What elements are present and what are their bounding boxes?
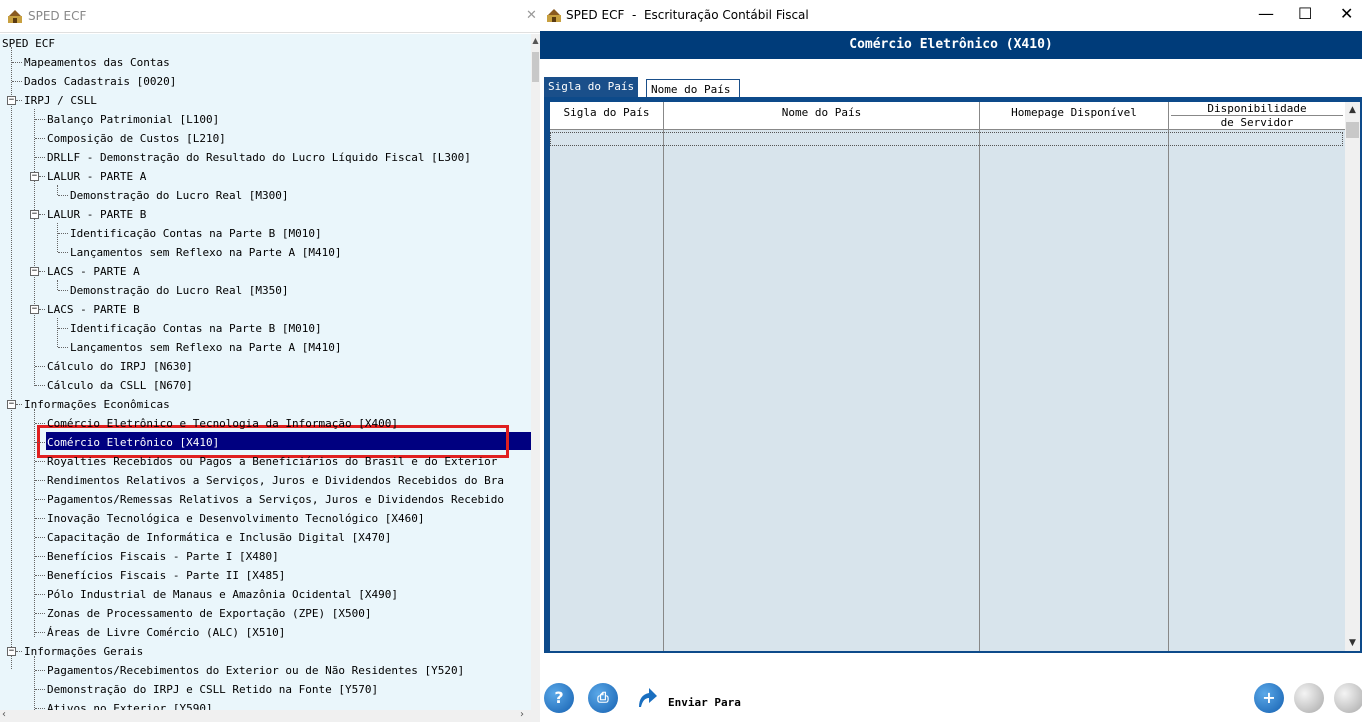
scroll-up-icon[interactable]: ▲: [531, 36, 540, 45]
tree-item[interactable]: Capacitação de Informática e Inclusão Di…: [0, 528, 531, 547]
tree-horizontal-scrollbar[interactable]: ‹ ›: [0, 709, 540, 722]
collapse-icon[interactable]: −: [7, 400, 16, 409]
tree-item[interactable]: Dados Cadastrais [0020]: [0, 72, 531, 91]
tree-item[interactable]: Balanço Patrimonial [L100]: [0, 110, 531, 129]
tree-vertical-scrollbar[interactable]: ▲: [531, 34, 540, 710]
tree-item-informacoes-economicas[interactable]: − Informações Econômicas: [0, 395, 531, 414]
tree-item[interactable]: Ativos no Exterior [Y590]: [0, 699, 531, 710]
scroll-right-icon[interactable]: ›: [520, 709, 524, 720]
collapse-icon[interactable]: −: [30, 305, 39, 314]
scroll-thumb[interactable]: [532, 52, 539, 82]
tree-item-lacs-a[interactable]: − LACS - PARTE A: [0, 262, 531, 281]
tree-item[interactable]: Pólo Industrial de Manaus e Amazônia Oci…: [0, 585, 531, 604]
column-header-sigla[interactable]: Sigla do País: [550, 102, 663, 130]
data-grid: Sigla do País Nome do País Homepage Disp…: [550, 102, 1345, 651]
tree-item[interactable]: Cálculo do IRPJ [N630]: [0, 357, 531, 376]
column-header-disponibilidade[interactable]: Disponibilidade de Servidor: [1169, 102, 1345, 130]
tree-root[interactable]: SPED ECF: [0, 34, 531, 53]
app-logo-icon: [8, 10, 22, 23]
send-arrow-icon[interactable]: [635, 685, 659, 709]
tree-titlebar: SPED ECF ✕: [0, 0, 540, 33]
collapse-icon[interactable]: −: [30, 267, 39, 276]
column-header-homepage[interactable]: Homepage Disponível: [980, 102, 1168, 130]
collapse-icon[interactable]: −: [7, 647, 16, 656]
column-header-line: de Servidor: [1220, 116, 1294, 129]
collapse-icon[interactable]: −: [7, 96, 16, 105]
close-icon[interactable]: ✕: [1340, 4, 1353, 23]
help-button[interactable]: ?: [544, 683, 574, 713]
tree-item-lacs-b[interactable]: − LACS - PARTE B: [0, 300, 531, 319]
tree-item-informacoes-gerais[interactable]: − Informações Gerais: [0, 642, 531, 661]
navigation-tree: SPED ECF Mapeamentos das Contas Dados Ca…: [0, 34, 531, 710]
tree-item[interactable]: Benefícios Fiscais - Parte I [X480]: [0, 547, 531, 566]
scroll-up-icon[interactable]: ▲: [1345, 105, 1360, 115]
app-logo-icon: [547, 9, 561, 22]
minimize-icon[interactable]: —: [1258, 4, 1274, 23]
tree-item[interactable]: Pagamentos/Remessas Relativos a Serviços…: [0, 490, 531, 509]
tree-item-irpj-csll[interactable]: − IRPJ / CSLL: [0, 91, 531, 110]
form-area: Sigla do País Nome do País Sigla do País…: [540, 59, 1362, 722]
column-header-line: Disponibilidade: [1171, 102, 1343, 116]
tree-item[interactable]: Benefícios Fiscais - Parte II [X485]: [0, 566, 531, 585]
scroll-thumb[interactable]: [1346, 122, 1359, 138]
main-window: SPED ECF - Escrituração Contábil Fiscal …: [540, 0, 1362, 722]
tab-sigla-do-pais[interactable]: Sigla do País: [544, 77, 639, 97]
tree-item[interactable]: Mapeamentos das Contas: [0, 53, 531, 72]
tree-item[interactable]: Lançamentos sem Reflexo na Parte A [M410…: [0, 243, 531, 262]
tree-item-lalur-b[interactable]: − LALUR - PARTE B: [0, 205, 531, 224]
tree-item[interactable]: Zonas de Processamento de Exportação (ZP…: [0, 604, 531, 623]
tree-item[interactable]: Demonstração do IRPJ e CSLL Retido na Fo…: [0, 680, 531, 699]
close-icon[interactable]: ✕: [526, 8, 537, 23]
grid-vertical-scrollbar[interactable]: ▲ ▼: [1345, 102, 1360, 651]
maximize-icon[interactable]: ☐: [1298, 4, 1312, 23]
tree-item[interactable]: Identificação Contas na Parte B [M010]: [0, 224, 531, 243]
grid-column: Nome do País: [664, 102, 980, 651]
tree-item-lalur-a[interactable]: − LALUR - PARTE A: [0, 167, 531, 186]
send-to-button[interactable]: Enviar Para: [668, 696, 741, 709]
tree-item[interactable]: Inovação Tecnológica e Desenvolvimento T…: [0, 509, 531, 528]
disabled-action-button: [1294, 683, 1324, 713]
tree-item[interactable]: Rendimentos Relativos a Serviços, Juros …: [0, 471, 531, 490]
collapse-icon[interactable]: −: [30, 172, 39, 181]
grid-column: Disponibilidade de Servidor: [1169, 102, 1345, 651]
column-header-nome[interactable]: Nome do País: [664, 102, 979, 130]
tree-item[interactable]: Cálculo da CSLL [N670]: [0, 376, 531, 395]
tree-window: SPED ECF ✕ SPED ECF Mapeamentos das Cont…: [0, 0, 540, 722]
tree-item-selected[interactable]: Comércio Eletrônico [X410]: [0, 433, 531, 452]
scroll-down-icon[interactable]: ▼: [1345, 638, 1360, 648]
bottom-toolbar: ? ⎙ Enviar Para +: [540, 681, 1362, 722]
tree-item[interactable]: Demonstração do Lucro Real [M300]: [0, 186, 531, 205]
tree-item[interactable]: Áreas de Livre Comércio (ALC) [X510]: [0, 623, 531, 642]
disabled-action-button: [1334, 683, 1362, 713]
tree-item[interactable]: Royalties Recebidos ou Pagos a Beneficiá…: [0, 452, 531, 471]
tree-item[interactable]: Lançamentos sem Reflexo na Parte A [M410…: [0, 338, 531, 357]
tab-nome-do-pais[interactable]: Nome do País: [646, 79, 740, 99]
tree-item[interactable]: Composição de Custos [L210]: [0, 129, 531, 148]
page-title: Comércio Eletrônico (X410): [540, 31, 1362, 59]
add-button[interactable]: +: [1254, 683, 1284, 713]
collapse-icon[interactable]: −: [30, 210, 39, 219]
grid-column: Sigla do País: [550, 102, 664, 651]
grid-current-row[interactable]: [550, 132, 1343, 146]
grid-column: Homepage Disponível: [980, 102, 1169, 651]
tree-window-title: SPED ECF: [28, 9, 87, 23]
scroll-left-icon[interactable]: ‹: [2, 709, 6, 720]
tree-item[interactable]: Pagamentos/Recebimentos do Exterior ou d…: [0, 661, 531, 680]
tree-item[interactable]: Demonstração do Lucro Real [M350]: [0, 281, 531, 300]
tree-item[interactable]: Identificação Contas na Parte B [M010]: [0, 319, 531, 338]
main-window-title: SPED ECF - Escrituração Contábil Fiscal: [566, 8, 809, 22]
print-button[interactable]: ⎙: [588, 683, 618, 713]
tree-item[interactable]: DRLLF - Demonstração do Resultado do Luc…: [0, 148, 531, 167]
tree-item[interactable]: Comércio Eletrônico e Tecnologia da Info…: [0, 414, 531, 433]
